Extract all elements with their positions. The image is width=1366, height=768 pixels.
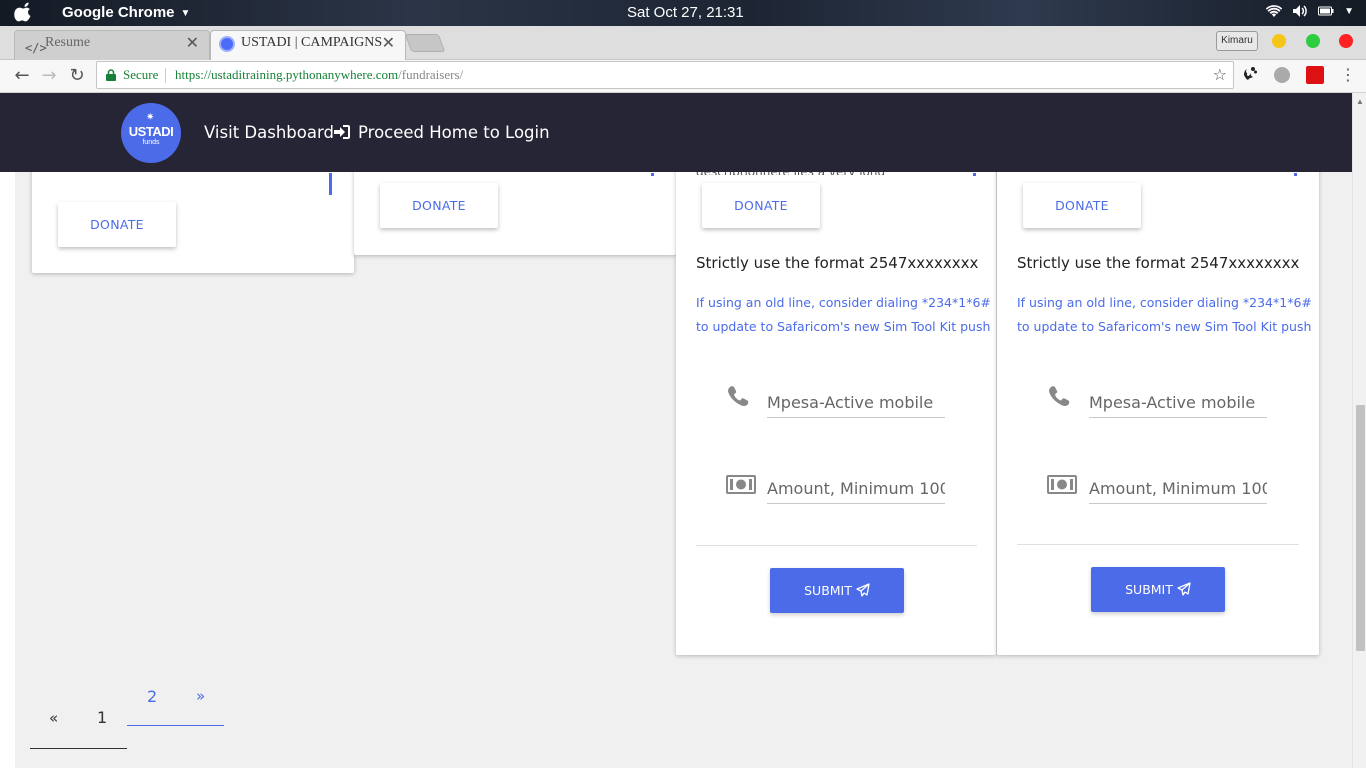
wifi-icon[interactable] — [1266, 4, 1283, 18]
phone-icon — [1049, 386, 1070, 406]
phone-input[interactable] — [767, 388, 945, 416]
minimize-button[interactable] — [1272, 34, 1286, 48]
submit-button[interactable]: SUBMIT — [1091, 567, 1225, 612]
page-scrollbar[interactable]: ▲ — [1352, 93, 1366, 768]
scrollbar-thumb[interactable] — [1356, 405, 1365, 651]
maximize-button[interactable] — [1306, 34, 1320, 48]
tab-title: USTADI | CAMPAIGNS — [241, 35, 383, 50]
proceed-login-link[interactable]: Proceed Home to Login — [358, 123, 550, 142]
lock-icon — [106, 69, 116, 81]
app-name: Google Chrome — [62, 4, 175, 21]
back-button[interactable]: ← — [10, 64, 34, 88]
sign-in-icon — [334, 125, 350, 139]
money-icon — [726, 475, 756, 494]
sun-icon: ✷ — [146, 112, 155, 123]
accent-bar — [1294, 173, 1297, 176]
ustadi-logo[interactable]: ✷ USTADI funds — [121, 103, 181, 163]
system-tray: ▼ — [1266, 4, 1354, 18]
donate-button[interactable]: DONATE — [380, 183, 498, 228]
close-icon[interactable]: ✕ — [382, 31, 395, 55]
submit-label: SUBMIT — [804, 583, 852, 598]
battery-icon[interactable] — [1318, 5, 1334, 17]
pagination-underline — [30, 748, 127, 749]
amount-field[interactable] — [1089, 474, 1267, 504]
extension-circle-icon[interactable] — [1274, 67, 1290, 83]
pagination-underline — [127, 725, 224, 726]
reload-button[interactable]: ↻ — [65, 64, 89, 88]
scroll-up-arrow-icon[interactable]: ▲ — [1356, 97, 1364, 106]
browser-tab-strip: </> Resume ✕ USTADI | CAMPAIGNS ✕ Kimaru — [0, 26, 1366, 60]
ustadi-favicon-icon — [219, 36, 235, 52]
accent-bar — [651, 173, 654, 176]
phone-field[interactable] — [767, 388, 945, 418]
secure-label: Secure — [123, 67, 159, 82]
close-window-button[interactable] — [1339, 34, 1353, 48]
amount-input[interactable] — [767, 474, 945, 502]
donate-button[interactable]: DONATE — [1023, 183, 1141, 228]
caret-down-icon: ▼ — [180, 7, 191, 19]
extension-pdf-icon[interactable] — [1306, 66, 1324, 84]
phone-input[interactable] — [1089, 388, 1267, 416]
pagination-page-1[interactable]: 1 — [97, 708, 107, 727]
volume-icon[interactable] — [1292, 4, 1308, 18]
phone-field[interactable] — [1089, 388, 1267, 418]
accent-bar — [973, 173, 976, 176]
sim-toolkit-hint-line2: to update to Safaricom's new Sim Tool Ki… — [1017, 319, 1312, 334]
browser-toolbar: ← → ↻ Secure https://ustaditraining.pyth… — [0, 60, 1366, 93]
amount-field[interactable] — [767, 474, 945, 504]
paper-plane-icon — [1177, 582, 1191, 596]
format-instruction: Strictly use the format 2547xxxxxxxx — [1017, 254, 1300, 272]
profile-button[interactable]: Kimaru — [1216, 31, 1258, 51]
extension-gnome-icon[interactable] — [1241, 66, 1259, 84]
submit-label: SUBMIT — [1125, 582, 1173, 597]
page-left-gutter — [0, 93, 15, 768]
url-path: /fundraisers/ — [398, 67, 464, 82]
chrome-menu-icon[interactable]: ⋮ — [1340, 65, 1356, 84]
active-app-menu[interactable]: Google Chrome ▼ — [62, 4, 190, 21]
donate-button[interactable]: DONATE — [702, 183, 820, 228]
accent-bar — [329, 173, 332, 195]
divider — [696, 545, 977, 546]
amount-input[interactable] — [1089, 474, 1267, 502]
visit-dashboard-link[interactable]: Visit Dashboard — [204, 123, 334, 142]
bookmark-star-icon[interactable]: ☆ — [1213, 62, 1227, 88]
logo-subtitle: funds — [142, 139, 160, 146]
url-text: https://ustaditraining.pythonanywhere.co… — [175, 62, 463, 88]
url-host: https://ustaditraining.pythonanywhere.co… — [175, 67, 399, 82]
format-instruction: Strictly use the format 2547xxxxxxxx — [696, 254, 979, 272]
sim-toolkit-hint-line2: to update to Safaricom's new Sim Tool Ki… — [696, 319, 991, 334]
pagination-previous[interactable]: « — [49, 709, 58, 727]
caret-down-icon[interactable]: ▼ — [1344, 6, 1354, 17]
divider — [165, 68, 166, 83]
sim-toolkit-hint-line1: If using an old line, consider dialing *… — [696, 295, 991, 310]
close-icon[interactable]: ✕ — [186, 31, 199, 55]
code-icon: </> — [25, 41, 47, 55]
tab-campaigns[interactable]: USTADI | CAMPAIGNS ✕ — [210, 30, 406, 60]
system-clock[interactable]: Sat Oct 27, 21:31 — [627, 4, 744, 21]
campaign-card: descriptionhere lies a very long DONATE … — [676, 153, 996, 655]
logo-title: USTADI — [128, 124, 174, 139]
tab-resume[interactable]: </> Resume ✕ — [14, 30, 210, 60]
pagination-page-2[interactable]: 2 — [147, 687, 157, 706]
campaign-card: DONATE Strictly use the format 2547xxxxx… — [997, 153, 1319, 655]
submit-button[interactable]: SUBMIT — [770, 568, 904, 613]
phone-icon — [728, 386, 749, 406]
money-icon — [1047, 475, 1077, 494]
new-tab-button[interactable] — [404, 34, 446, 52]
site-navbar: ✷ USTADI funds Visit Dashboard Proceed H… — [0, 93, 1352, 172]
tab-title: Resume — [45, 35, 91, 50]
address-bar[interactable]: Secure https://ustaditraining.pythonanyw… — [96, 61, 1234, 89]
page-viewport: ✷ USTADI funds Visit Dashboard Proceed H… — [0, 93, 1352, 768]
paper-plane-icon — [856, 583, 870, 597]
forward-button[interactable]: → — [37, 64, 61, 88]
donate-button[interactable]: DONATE — [58, 202, 176, 247]
apple-icon[interactable] — [14, 2, 34, 22]
pagination-next[interactable]: » — [196, 687, 205, 705]
sim-toolkit-hint-line1: If using an old line, consider dialing *… — [1017, 295, 1312, 310]
os-menu-bar: Google Chrome ▼ Sat Oct 27, 21:31 ▼ — [0, 0, 1366, 26]
divider — [1017, 544, 1299, 545]
